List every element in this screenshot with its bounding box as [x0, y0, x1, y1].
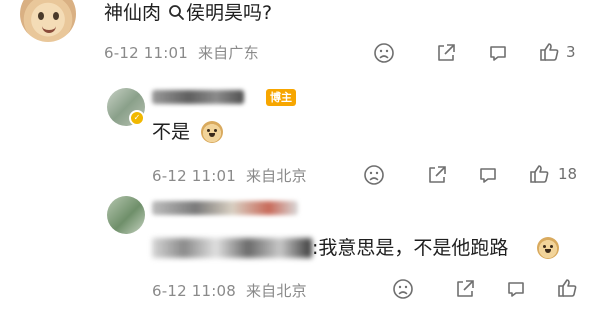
- comment-icon[interactable]: [487, 42, 509, 64]
- comment-text-prefix: 神仙肉: [104, 2, 168, 24]
- mention-redacted: [152, 238, 312, 258]
- share-icon[interactable]: [435, 42, 457, 64]
- comment-location: 来自北京: [245, 282, 307, 300]
- thumbs-up-icon[interactable]: [538, 41, 560, 63]
- comment-location: 来自北京: [245, 167, 307, 185]
- share-icon[interactable]: [454, 278, 476, 300]
- comment-time: 6-12 11:08: [152, 282, 237, 300]
- comment-location: 来自广东: [197, 44, 259, 62]
- share-icon[interactable]: [426, 164, 448, 186]
- doge-emoji-icon: [537, 237, 559, 259]
- author-badge: 博主: [266, 89, 296, 106]
- frown-face-icon[interactable]: [373, 42, 395, 64]
- comment-text: 不是: [152, 121, 191, 143]
- like-count: 3: [566, 43, 576, 61]
- search-icon: [168, 2, 185, 28]
- comment-meta: 6-12 11:08 来自北京: [152, 280, 307, 301]
- avatar[interactable]: [107, 196, 145, 234]
- comment-text: 神仙肉 侯明昊吗?: [104, 0, 272, 28]
- username-redacted[interactable]: [152, 90, 244, 104]
- avatar-eye: [53, 12, 59, 20]
- thumbs-up-icon[interactable]: [528, 163, 550, 185]
- frown-face-icon[interactable]: [363, 164, 385, 186]
- comment-icon[interactable]: [505, 278, 527, 300]
- comment-icon[interactable]: [477, 164, 499, 186]
- doge-emoji-icon: [201, 121, 223, 143]
- comment-text: :我意思是，不是他跑路: [312, 237, 509, 259]
- comment-meta: 6-12 11:01 来自广东: [104, 42, 259, 63]
- frown-face-icon[interactable]: [392, 278, 414, 300]
- search-link[interactable]: 侯明昊吗?: [167, 2, 272, 24]
- username-redacted[interactable]: [152, 201, 298, 215]
- avatar[interactable]: [20, 0, 76, 42]
- comment-time: 6-12 11:01: [104, 44, 189, 62]
- thumbs-up-icon[interactable]: [556, 277, 578, 299]
- search-query: 侯明昊吗?: [186, 2, 273, 24]
- like-count: 18: [558, 165, 578, 183]
- comment-meta: 6-12 11:01 来自北京: [152, 165, 307, 186]
- verified-badge-icon: ✓: [129, 110, 145, 126]
- comment-time: 6-12 11:01: [152, 167, 237, 185]
- avatar-eye: [38, 12, 44, 20]
- avatar-mouth: [42, 24, 56, 33]
